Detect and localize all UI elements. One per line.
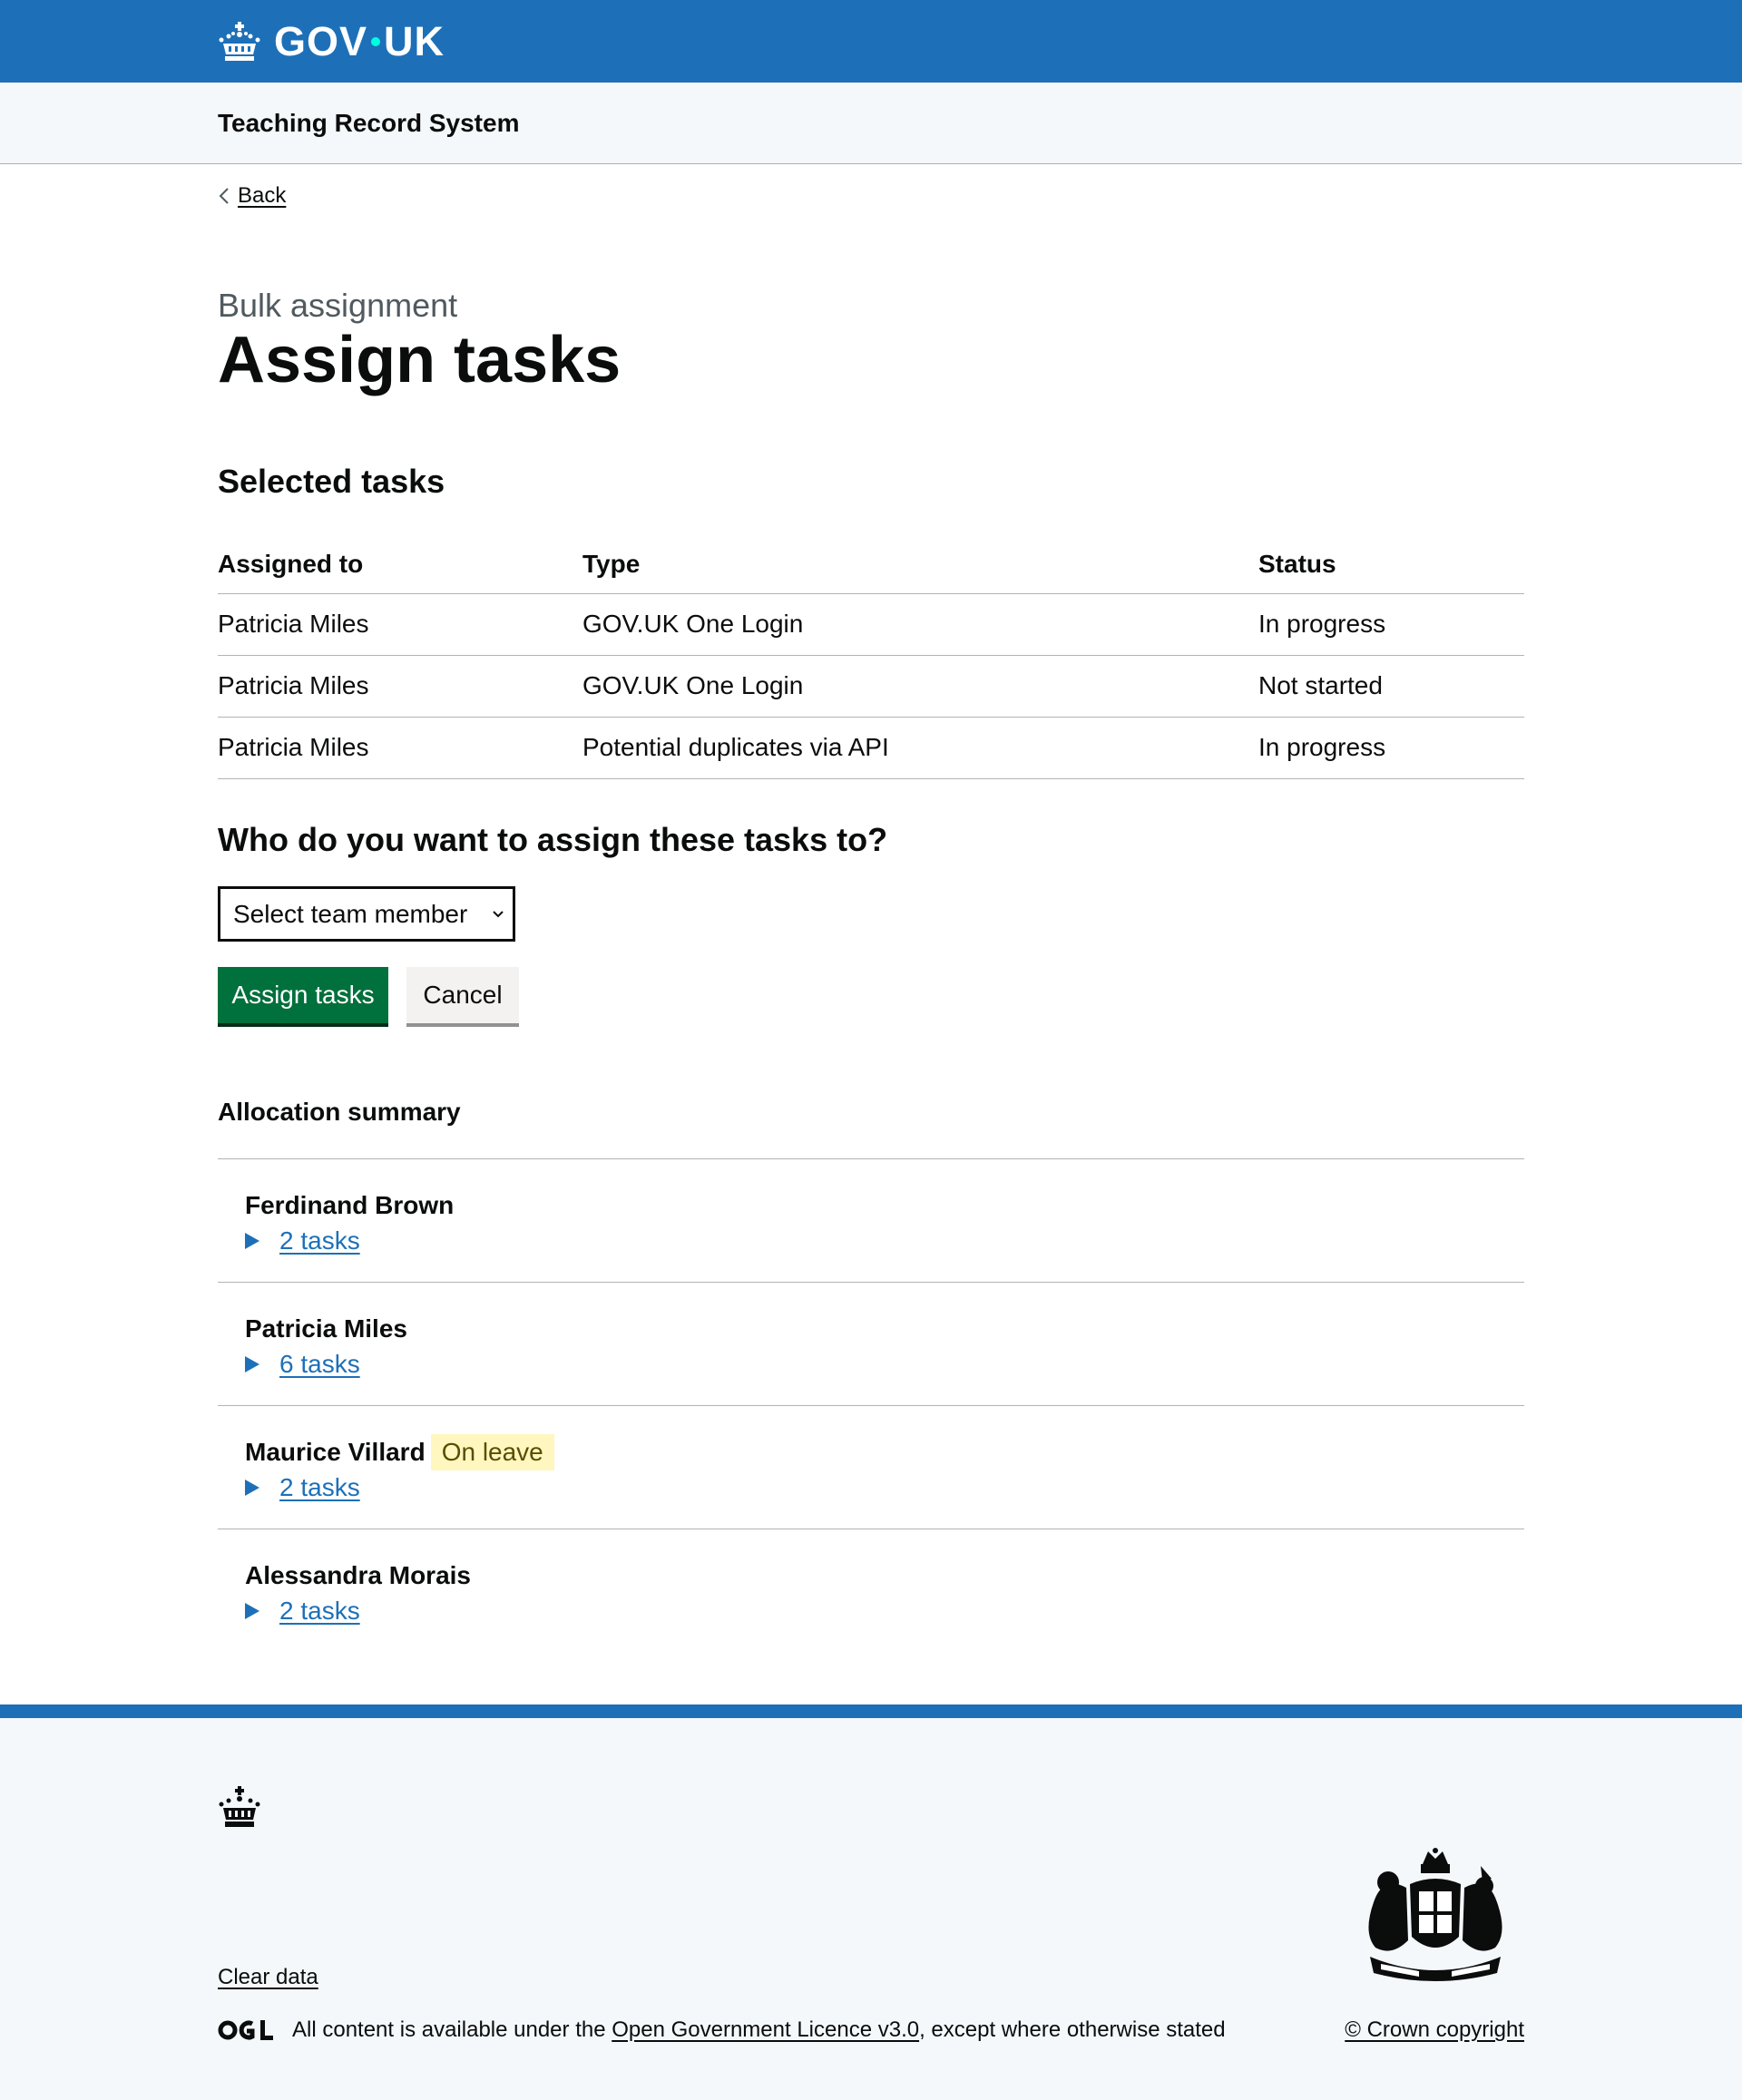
cell-assigned-to: Patricia Miles bbox=[218, 593, 582, 656]
column-header-status: Status bbox=[1258, 535, 1524, 594]
logo-text-uk: UK bbox=[384, 17, 445, 64]
allocation-summary-heading: Allocation summary bbox=[218, 1098, 461, 1126]
back-link[interactable]: Back bbox=[218, 183, 286, 209]
column-header-type: Type bbox=[582, 535, 1258, 594]
list-item: Maurice Villard On leave 2 tasks bbox=[218, 1405, 1524, 1529]
cell-type: GOV.UK One Login bbox=[582, 593, 1258, 656]
team-member-select[interactable]: Select team member bbox=[218, 886, 515, 942]
chevron-down-icon bbox=[493, 911, 504, 918]
tasks-details-toggle[interactable]: 2 tasks bbox=[245, 1224, 1524, 1258]
team-member-name: Ferdinand Brown bbox=[245, 1191, 455, 1219]
selected-tasks-heading: Selected tasks bbox=[218, 463, 445, 500]
team-member-name: Alessandra Morais bbox=[245, 1561, 471, 1589]
column-header-assigned-to: Assigned to bbox=[218, 535, 582, 594]
tasks-details-link[interactable]: 6 tasks bbox=[279, 1350, 360, 1379]
list-item: Alessandra Morais 2 tasks bbox=[218, 1529, 1524, 1646]
cell-status: In progress bbox=[1258, 717, 1524, 779]
assign-question: Who do you want to assign these tasks to… bbox=[218, 821, 888, 858]
chevron-left-icon bbox=[219, 188, 229, 204]
crown-copyright-link[interactable]: © Crown copyright bbox=[1345, 2017, 1524, 2043]
back-link-label: Back bbox=[238, 183, 287, 208]
table-row: Patricia Miles GOV.UK One Login Not star… bbox=[218, 655, 1524, 718]
cell-status: Not started bbox=[1258, 655, 1524, 718]
govuk-wordmark: GOV UK bbox=[274, 18, 445, 65]
triangle-right-icon bbox=[245, 1233, 259, 1249]
licence-prefix: All content is available under the bbox=[292, 2017, 612, 2042]
team-member-name: Maurice Villard bbox=[245, 1438, 426, 1466]
service-name-link[interactable]: Teaching Record System bbox=[218, 109, 519, 138]
licence-suffix: , except where otherwise stated bbox=[919, 2017, 1226, 2042]
crown-icon bbox=[219, 1786, 260, 1827]
triangle-right-icon bbox=[245, 1480, 259, 1496]
assign-tasks-button[interactable]: Assign tasks bbox=[218, 967, 388, 1023]
govuk-footer: Clear data All content is available unde… bbox=[0, 1704, 1742, 2100]
tasks-details-link[interactable]: 2 tasks bbox=[279, 1473, 360, 1502]
tasks-details-toggle[interactable]: 2 tasks bbox=[245, 1594, 1524, 1628]
tasks-details-toggle[interactable]: 6 tasks bbox=[245, 1347, 1524, 1382]
selected-tasks-table: Assigned to Type Status Patricia Miles G… bbox=[218, 535, 1524, 779]
govuk-logo-link[interactable]: GOV UK bbox=[218, 18, 445, 65]
clear-data-link[interactable]: Clear data bbox=[218, 1965, 318, 1990]
list-item: Ferdinand Brown 2 tasks bbox=[218, 1158, 1524, 1282]
team-member-select-value: Select team member bbox=[233, 899, 468, 928]
triangle-right-icon bbox=[245, 1356, 259, 1372]
ogl-logo-icon bbox=[218, 2020, 273, 2040]
govuk-header: GOV UK bbox=[0, 0, 1742, 83]
cancel-button[interactable]: Cancel bbox=[406, 967, 519, 1023]
logo-text-gov: GOV bbox=[274, 17, 368, 64]
table-row: Patricia Miles GOV.UK One Login In progr… bbox=[218, 593, 1524, 656]
cell-status: In progress bbox=[1258, 593, 1524, 656]
ogl-licence-link[interactable]: Open Government Licence v3.0 bbox=[612, 2017, 919, 2043]
on-leave-tag: On leave bbox=[430, 1434, 554, 1470]
royal-coat-of-arms-icon bbox=[1368, 1848, 1502, 1981]
cell-type: Potential duplicates via API bbox=[582, 717, 1258, 779]
licence-row: All content is available under the Open … bbox=[218, 2017, 1226, 2043]
cell-assigned-to: Patricia Miles bbox=[218, 655, 582, 718]
tasks-details-toggle[interactable]: 2 tasks bbox=[245, 1470, 1524, 1505]
list-item: Patricia Miles 6 tasks bbox=[218, 1282, 1524, 1405]
service-navigation: Teaching Record System bbox=[0, 83, 1742, 164]
table-row: Patricia Miles Potential duplicates via … bbox=[218, 717, 1524, 779]
tasks-details-link[interactable]: 2 tasks bbox=[279, 1597, 360, 1626]
cell-assigned-to: Patricia Miles bbox=[218, 717, 582, 779]
cell-type: GOV.UK One Login bbox=[582, 655, 1258, 718]
page-title: Assign tasks bbox=[218, 324, 621, 396]
triangle-right-icon bbox=[245, 1603, 259, 1619]
logo-dot bbox=[371, 36, 381, 46]
page-caption: Bulk assignment bbox=[218, 287, 458, 324]
crown-icon bbox=[219, 21, 260, 61]
team-member-name: Patricia Miles bbox=[245, 1314, 407, 1343]
allocation-summary-list: Ferdinand Brown 2 tasks Patricia Miles 6… bbox=[218, 1158, 1524, 1646]
table-header-row: Assigned to Type Status bbox=[218, 535, 1524, 594]
tasks-details-link[interactable]: 2 tasks bbox=[279, 1226, 360, 1255]
